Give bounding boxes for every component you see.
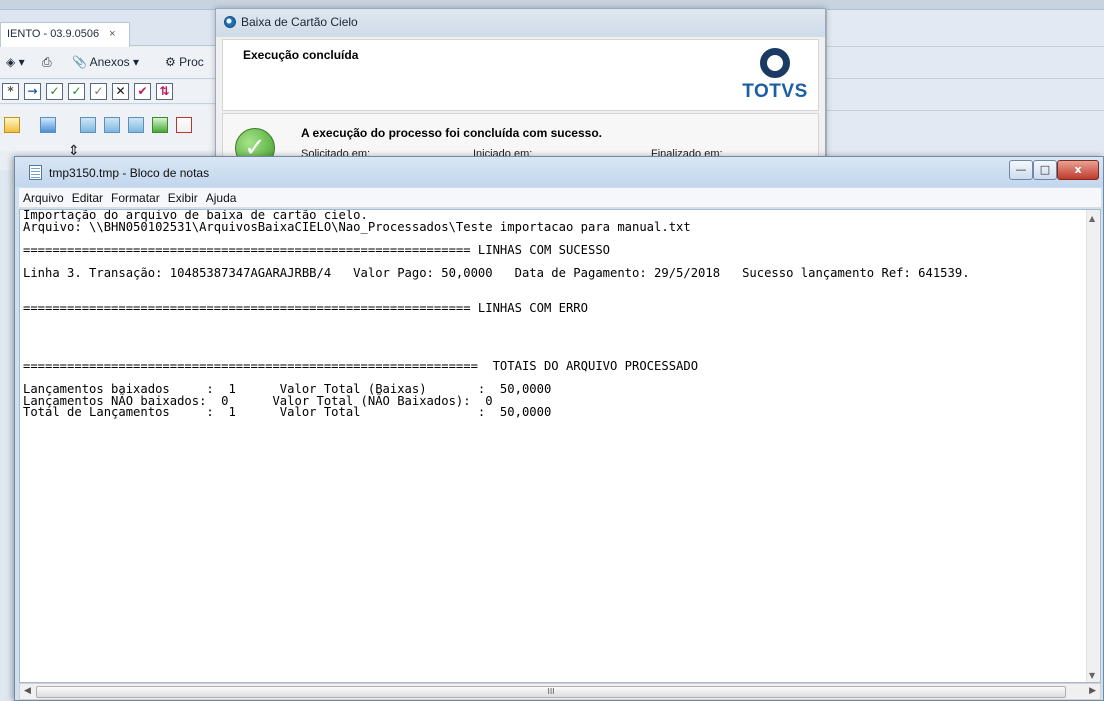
print-icon[interactable]: ⎙	[42, 55, 52, 70]
process-label: Proc	[179, 55, 204, 69]
process-button[interactable]: ⚙ Proc	[165, 55, 204, 69]
chart-icon[interactable]	[40, 117, 56, 133]
scroll-right-icon[interactable]: ▶	[1089, 686, 1096, 696]
menu-editar[interactable]: Editar	[68, 188, 107, 205]
arrow-right-icon[interactable]: →	[24, 83, 41, 100]
check-all-icon[interactable]: ✓	[68, 83, 85, 100]
cancel-icon[interactable]: ✕	[112, 83, 129, 100]
check-icon[interactable]: ✓	[46, 83, 63, 100]
list-icon[interactable]	[104, 117, 120, 133]
success-message: A execução do processo foi concluída com…	[301, 126, 602, 140]
background-document-tab[interactable]: IENTO - 03.9.0506 ×	[0, 22, 130, 48]
menu-exibir[interactable]: Exibir	[164, 188, 202, 205]
menu-ajuda[interactable]: Ajuda	[202, 188, 241, 205]
vertical-scrollbar[interactable]: ▲ ▼	[1086, 210, 1100, 682]
notepad-menu-bar: Arquivo Editar Formatar Exibir Ajuda	[19, 188, 1101, 208]
totvs-logo: TOTVS	[740, 48, 810, 103]
uncheck-icon[interactable]: ✓	[90, 83, 107, 100]
dialog-title-bar[interactable]: Baixa de Cartão Cielo	[216, 9, 825, 37]
folder-icon[interactable]	[4, 117, 20, 133]
notepad-title-bar[interactable]: tmp3150.tmp - Bloco de notas — □ x	[15, 157, 1103, 187]
scroll-up-icon[interactable]: ▲	[1089, 214, 1095, 223]
divider	[827, 110, 1104, 111]
notepad-text-area[interactable]: Importação do arquivo de baixa de cartão…	[19, 209, 1101, 683]
divider	[827, 46, 1104, 47]
dialog-title: Baixa de Cartão Cielo	[241, 15, 358, 29]
mouse-cursor-icon: ⇕	[68, 143, 80, 159]
app-icon	[224, 16, 236, 28]
background-icon-toolbar	[0, 105, 220, 151]
sort-icon[interactable]: ⇅	[156, 83, 173, 100]
table-icon[interactable]	[128, 117, 144, 133]
notepad-window: tmp3150.tmp - Bloco de notas — □ x Arqui…	[14, 143, 1104, 701]
toolbar-arrow-icon[interactable]: ◈ ▾	[6, 55, 25, 69]
tab-close-icon[interactable]: ×	[109, 28, 115, 40]
anexos-button[interactable]: 📎 Anexos ▾	[72, 55, 139, 69]
anexos-label: Anexos	[89, 55, 130, 69]
horizontal-scroll-thumb[interactable]: III	[36, 686, 1066, 698]
close-button[interactable]: x	[1057, 160, 1099, 180]
baixa-cartao-dialog: Baixa de Cartão Cielo Execução concluída…	[215, 8, 826, 173]
background-tab-label: IENTO - 03.9.0506	[7, 28, 100, 40]
totvs-logo-text: TOTVS	[742, 81, 808, 102]
confirm-icon[interactable]: ✔	[134, 83, 151, 100]
notepad-content: Importação do arquivo de baixa de cartão…	[23, 209, 970, 420]
background-check-toolbar: * → ✓ ✓ ✓ ✕ ✔ ⇅	[0, 80, 220, 104]
grid-icon[interactable]	[80, 117, 96, 133]
excel-icon[interactable]	[152, 117, 168, 133]
background-toolbar: ◈ ▾ ⎙ 📎 Anexos ▾ ⚙ Proc	[0, 47, 220, 79]
menu-formatar[interactable]: Formatar	[107, 188, 164, 205]
scroll-left-icon[interactable]: ◀	[24, 686, 31, 696]
divider	[827, 78, 1104, 79]
background-right-panel	[826, 10, 1104, 170]
horizontal-scrollbar[interactable]: ◀ III ▶	[19, 683, 1101, 700]
totvs-logo-icon	[760, 48, 790, 78]
maximize-button[interactable]: □	[1033, 160, 1057, 180]
minimize-button[interactable]: —	[1009, 160, 1033, 180]
scroll-down-icon[interactable]: ▼	[1089, 671, 1095, 680]
dialog-header-panel: Execução concluída TOTVS	[222, 39, 819, 111]
menu-arquivo[interactable]: Arquivo	[19, 188, 68, 205]
notepad-icon	[29, 165, 42, 180]
select-icon[interactable]: *	[2, 83, 19, 100]
dialog-header-title: Execução concluída	[243, 48, 359, 62]
text-format-icon[interactable]	[176, 117, 192, 133]
notepad-title: tmp3150.tmp - Bloco de notas	[49, 166, 210, 180]
